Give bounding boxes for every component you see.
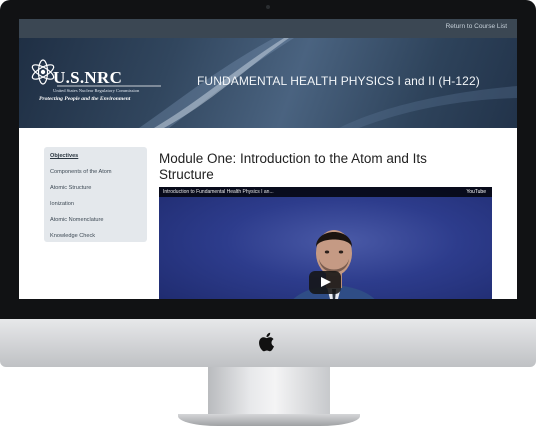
screen: Return to Course List U.S.NRC United Sta… [19,19,517,299]
org-tagline: Protecting People and the Environment [39,96,131,102]
sidebar-item-objectives[interactable]: Objectives [50,153,78,159]
org-name: U.S.NRC [53,68,123,87]
video-title-bar: Introduction to Fundamental Health Physi… [159,187,492,197]
org-full-name: United States Nuclear Regulatory Commiss… [53,88,140,93]
apple-logo-icon [259,332,274,352]
monitor-stand-neck [208,367,330,415]
sidebar-item-atomic-nomenclature[interactable]: Atomic Nomenclature [50,217,103,223]
course-banner: U.S.NRC United States Nuclear Regulatory… [19,38,517,128]
video-player[interactable]: Introduction to Fundamental Health Physi… [159,187,492,299]
play-icon [321,277,331,287]
youtube-logo[interactable]: YouTube [466,189,486,195]
sidebar-item-knowledge-check[interactable]: Knowledge Check [50,233,95,239]
monitor-bezel: Return to Course List U.S.NRC United Sta… [0,0,536,319]
module-sidebar: Objectives Components of the Atom Atomic… [44,147,147,242]
course-title: FUNDAMENTAL HEALTH PHYSICS I and II (H-1… [197,74,480,88]
sidebar-item-components-of-the-atom[interactable]: Components of the Atom [50,169,112,175]
sidebar-item-atomic-structure[interactable]: Atomic Structure [50,185,91,191]
module-title: Module One: Introduction to the Atom and… [159,151,427,182]
play-button[interactable] [309,271,341,294]
main-content: Objectives Components of the Atom Atomic… [19,128,517,299]
return-to-course-list-link[interactable]: Return to Course List [446,23,507,30]
camera-dot [266,5,270,9]
video-caption[interactable]: Introduction to Fundamental Health Physi… [163,189,274,195]
monitor-stand-base [178,414,360,426]
sidebar-item-ionization[interactable]: Ionization [50,201,74,207]
top-bar: Return to Course List [19,19,517,38]
